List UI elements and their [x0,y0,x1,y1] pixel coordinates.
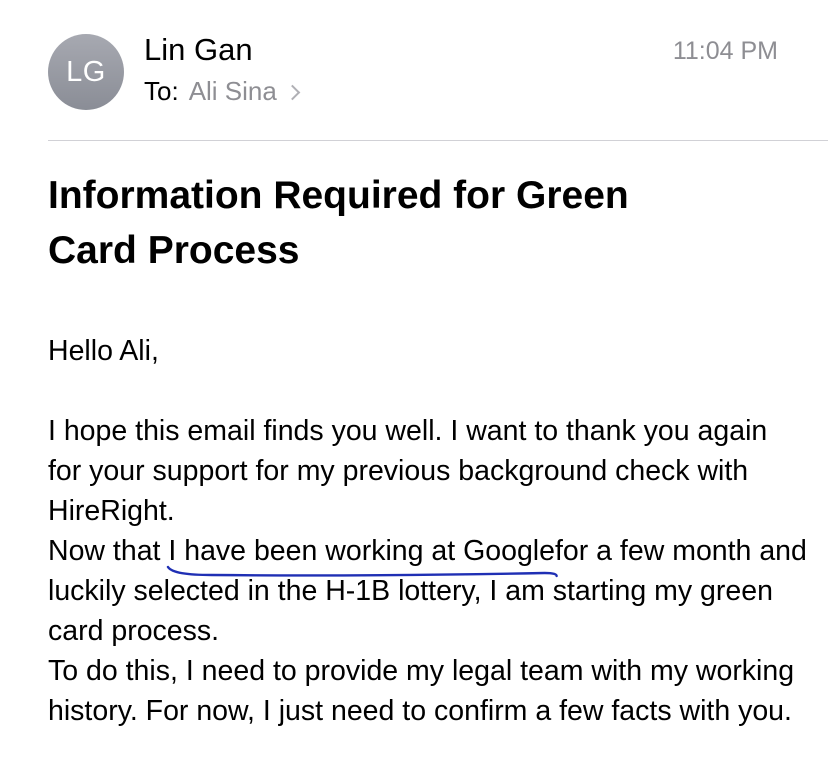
paragraph-text-before: Now that [48,535,169,567]
recipient-row[interactable]: To: Ali Sina [144,76,301,107]
paragraph-green-card: Now that I have been working at Google f… [48,531,808,651]
chevron-right-icon[interactable] [284,84,301,101]
subject-line-2: Card Process [48,229,300,272]
avatar[interactable]: LG [48,34,124,110]
avatar-initials: LG [66,55,106,88]
pen-underline-stroke [168,567,557,576]
email-subject: Information Required for Green Card Proc… [48,168,748,278]
sender-name[interactable]: Lin Gan [144,32,253,68]
to-label: To: [144,76,179,106]
paragraph-thanks: I hope this email finds you well. I want… [48,415,768,527]
highlighted-phrase: I have been working at Google [168,531,555,571]
timestamp: 11:04 PM [672,37,778,65]
paragraph-legal-team: To do this, I need to provide my legal t… [48,655,795,727]
recipient-name[interactable]: Ali Sina [189,76,277,107]
greeting: Hello Ali, [48,335,159,367]
subject-line-1: Information Required for Green [48,174,629,217]
pen-underline-annotation [164,563,561,579]
header-divider [48,140,828,141]
email-body: Hello Ali, I hope this email finds you w… [48,331,808,731]
